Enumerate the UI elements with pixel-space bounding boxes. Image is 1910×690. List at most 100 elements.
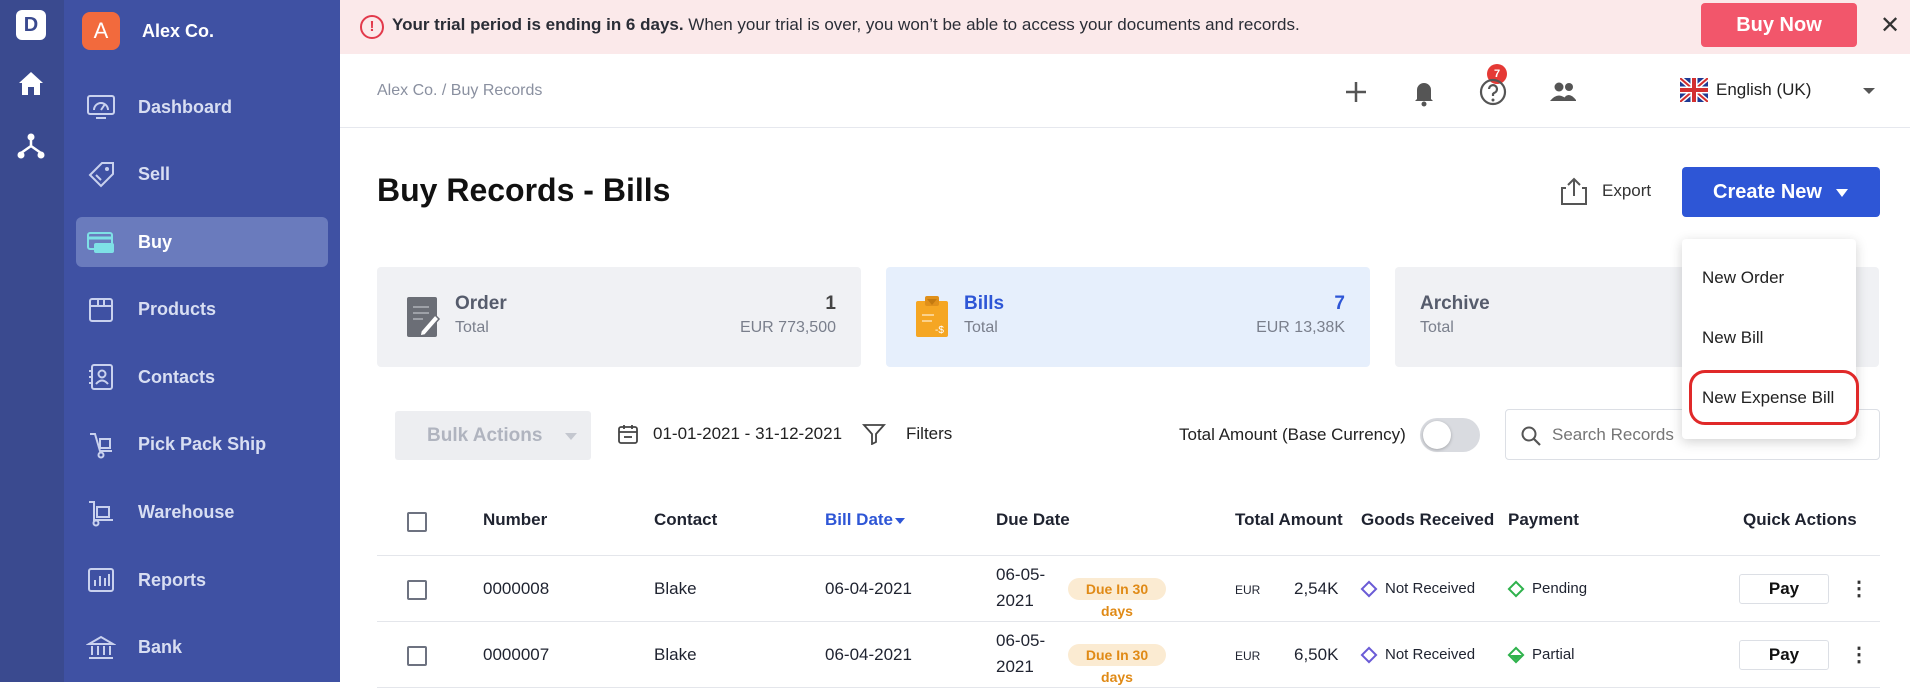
products-box-icon <box>89 297 113 322</box>
row-checkbox[interactable] <box>407 580 427 600</box>
column-bill-date[interactable]: Bill Date <box>825 510 893 530</box>
trial-message-text: When your trial is over, you won’t be ab… <box>683 15 1300 34</box>
page-title: Buy Records - Bills <box>377 172 671 208</box>
row-checkbox[interactable] <box>407 646 427 666</box>
partial-icon <box>1507 646 1525 663</box>
export-icon <box>1561 177 1587 205</box>
total-amount: 6,50K <box>1294 645 1339 664</box>
create-new-button[interactable]: Create New <box>1682 167 1880 217</box>
close-icon[interactable]: ✕ <box>1880 11 1900 40</box>
column-payment[interactable]: Payment <box>1508 510 1579 530</box>
help-icon[interactable] <box>1477 76 1509 108</box>
plus-icon[interactable] <box>1340 76 1372 108</box>
hierarchy-icon[interactable] <box>15 130 47 162</box>
column-total-amount[interactable]: Total Amount <box>1235 510 1343 530</box>
due-badge-line1: Due In 30 <box>1085 581 1149 597</box>
sidebar-nav: Dashboard Sell Buy Products Contacts Pic… <box>76 82 328 690</box>
table-row[interactable]: 0000007 Blake 06-04-2021 06-05- 2021 Due… <box>377 623 1880 688</box>
sell-tag-icon <box>88 161 114 188</box>
goods-status-label: Not Received <box>1385 580 1476 597</box>
sidebar-item-label: Contacts <box>138 366 216 387</box>
menu-item-new-bill[interactable]: New Bill <box>1702 328 1763 348</box>
bill-date: 06-04-2021 <box>825 579 912 598</box>
language-label: English (UK) <box>1716 80 1812 99</box>
due-badge: Due In 30 days <box>1068 578 1166 619</box>
card-subtitle: Total <box>1420 319 1454 336</box>
card-count: 7 <box>1334 293 1345 314</box>
svg-text:-$: -$ <box>935 325 944 336</box>
sidebar-item-bank[interactable]: Bank <box>76 623 328 673</box>
sidebar-item-reports[interactable]: Reports <box>76 555 328 605</box>
pay-button[interactable]: Pay <box>1739 640 1829 670</box>
more-options-icon[interactable]: ⋮ <box>1849 642 1869 667</box>
bill-number[interactable]: 0000008 <box>483 579 549 599</box>
language-selector[interactable]: English (UK) <box>1680 78 1811 102</box>
card-title: Order <box>455 293 507 314</box>
bulk-actions-button[interactable]: Bulk Actions <box>395 411 591 460</box>
sidebar-item-label: Sell <box>138 164 171 185</box>
due-badge-line2: days <box>1101 603 1133 619</box>
breadcrumb[interactable]: Alex Co. / Buy Records <box>377 82 542 100</box>
sidebar-item-contacts[interactable]: Contacts <box>76 352 328 402</box>
export-label: Export <box>1602 181 1652 200</box>
bell-icon[interactable] <box>1408 76 1440 108</box>
sidebar-item-pick-pack-ship[interactable]: Pick Pack Ship <box>76 420 328 470</box>
filters-button[interactable]: Filters <box>862 423 952 445</box>
column-contact[interactable]: Contact <box>654 510 717 530</box>
payment-status-label: Pending <box>1532 580 1588 597</box>
base-currency-toggle[interactable] <box>1420 418 1480 452</box>
column-number[interactable]: Number <box>483 510 547 530</box>
trial-banner: ! Your trial period is ending in 6 days.… <box>340 0 1910 54</box>
top-header: Alex Co. / Buy Records 7 English (UK) <box>340 54 1910 128</box>
table-row[interactable]: 0000008 Blake 06-04-2021 06-05- 2021 Due… <box>377 557 1880 622</box>
export-button[interactable]: Export <box>1560 176 1651 206</box>
card-subtitle: Total <box>964 319 998 336</box>
card-title: Bills <box>964 293 1005 314</box>
bill-number[interactable]: 0000007 <box>483 645 549 665</box>
sidebar-item-label: Reports <box>138 569 207 590</box>
sidebar-item-products[interactable]: Products <box>76 285 328 335</box>
goods-status-label: Not Received <box>1385 646 1476 663</box>
sidebar-item-sell[interactable]: Sell <box>76 150 328 200</box>
card-title: Archive <box>1420 293 1490 314</box>
order-card[interactable]: Order Total 1 EUR 773,500 <box>377 267 861 367</box>
uk-flag-icon <box>1680 78 1708 102</box>
payment-status-label: Partial <box>1532 646 1575 663</box>
date-range-label: 01-01-2021 - 31-12-2021 <box>653 424 843 443</box>
sort-desc-icon[interactable] <box>894 517 906 525</box>
buy-card-icon <box>87 232 114 254</box>
menu-item-new-order[interactable]: New Order <box>1702 268 1784 288</box>
column-due-date[interactable]: Due Date <box>996 510 1070 530</box>
currency-code: EUR <box>1235 649 1261 663</box>
chevron-down-icon[interactable] <box>1862 86 1876 96</box>
sidebar-item-label: Buy <box>138 231 173 252</box>
trial-message: Your trial period is ending in 6 days. W… <box>392 15 1300 35</box>
highlight-ring <box>1689 370 1859 425</box>
contacts-icon <box>89 364 113 391</box>
home-icon[interactable] <box>15 68 47 100</box>
warning-icon: ! <box>360 15 384 39</box>
caret-down-icon <box>1836 189 1848 197</box>
sidebar-item-warehouse[interactable]: Warehouse <box>76 488 328 538</box>
create-new-label: Create New <box>1713 181 1822 203</box>
more-options-icon[interactable]: ⋮ <box>1849 576 1869 601</box>
card-subtitle: Total <box>455 319 489 336</box>
bills-card[interactable]: -$ Bills Total 7 EUR 13,38K <box>886 267 1370 367</box>
users-icon[interactable] <box>1547 76 1579 108</box>
sidebar-item-buy[interactable]: Buy <box>76 217 328 268</box>
buy-now-button[interactable]: Buy Now <box>1701 3 1857 47</box>
date-range-picker[interactable]: 01-01-2021 - 31-12-2021 <box>617 423 842 445</box>
sidebar-item-label: Products <box>138 299 217 320</box>
filters-label: Filters <box>906 424 953 443</box>
table-header: Number Contact Bill Date Due Date Total … <box>377 496 1880 556</box>
pay-button[interactable]: Pay <box>1739 574 1829 604</box>
company-switcher[interactable]: A Alex Co. <box>82 12 214 50</box>
app-logo[interactable]: D <box>16 10 46 40</box>
sidebar-item-dashboard[interactable]: Dashboard <box>76 82 328 132</box>
not-received-icon <box>1360 580 1378 597</box>
payment-status: Partial <box>1507 646 1575 663</box>
caret-down-icon <box>565 433 577 440</box>
currency-code: EUR <box>1235 583 1261 597</box>
select-all-checkbox[interactable] <box>407 512 427 532</box>
column-goods-received[interactable]: Goods Received <box>1361 510 1494 530</box>
